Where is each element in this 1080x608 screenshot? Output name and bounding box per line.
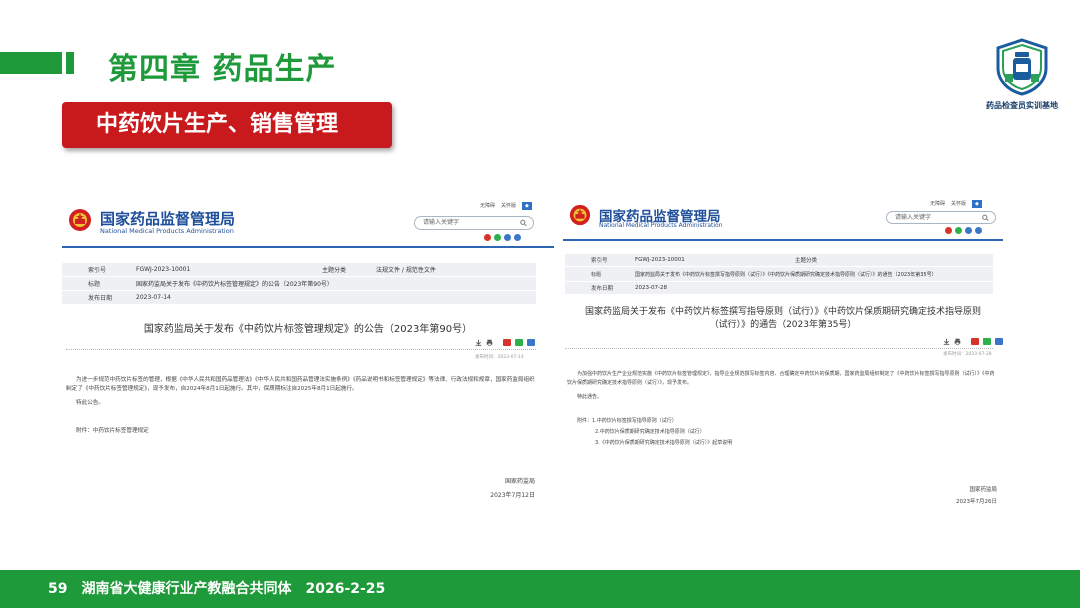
print-icon[interactable] [486, 339, 493, 346]
logo-caption: 药品检查员实训基地 [986, 101, 1058, 110]
qq-share-icon[interactable] [527, 339, 535, 346]
chapter-title: 第四章 药品生产 [108, 52, 337, 87]
doc-tools [943, 338, 1003, 345]
announcement-body: 为进一步规范中药饮片标签的管理，根据《中华人民共和国药品管理法》《中华人民共和国… [66, 376, 536, 413]
publish-time: 发布时间：2023-07-14 [475, 355, 524, 360]
wechat-icon[interactable] [955, 227, 962, 234]
mobile-icon[interactable] [965, 227, 972, 234]
search-icon[interactable] [982, 214, 989, 221]
link-accessible[interactable]: 无障碍 [480, 203, 495, 209]
footer-text: 59 湖南省大健康行业产教融合共同体 2026-2-25 [48, 570, 399, 608]
page-number: 59 [48, 581, 68, 597]
signature-block: 国家药监局 2023年7月26日 [893, 484, 997, 508]
link-accessible[interactable]: 无障碍 [930, 201, 945, 207]
issuing-authority: 国家药监局 [969, 487, 997, 493]
weibo-icon[interactable] [484, 234, 491, 241]
user-icon[interactable]: ◆ [972, 200, 982, 208]
qq-share-icon[interactable] [995, 338, 1003, 345]
section-title: 中药饮片生产、销售管理 [62, 102, 392, 148]
header-divider [62, 246, 554, 248]
notice-body: 为加强中药饮片生产企业规范实施《中药饮片标签管理规定》，指导企业规范撰写标签内容… [567, 370, 997, 407]
download-icon[interactable] [475, 339, 482, 346]
header-accent-bar [0, 52, 62, 74]
left-announcement-screenshot: 无障碍 关怀版 ◆ 国家药品监督管理局 National Medical Produ… [62, 196, 554, 508]
header-accent-bar-small [66, 52, 74, 74]
attachment-link-2[interactable]: 2.中药饮片保质期研究确定技术指导原则（试行） [577, 427, 732, 438]
print-icon[interactable] [954, 338, 961, 345]
attachment-link-1[interactable]: 附件：1.中药饮片标签撰写指导原则（试行） [577, 416, 732, 427]
meta-row-title: 标题 国家药监局关于发布《中药饮片标签管理规定》的公告（2023年第90号） [62, 277, 536, 291]
document-title: 国家药监局关于发布《中药饮片标签管理规定》的公告（2023年第90号） [143, 324, 473, 335]
body-paragraph: 特此公告。 [76, 400, 104, 406]
weibo-share-icon[interactable] [971, 338, 979, 345]
title-divider [66, 349, 536, 350]
site-name: 国家药品监督管理局 [100, 210, 236, 228]
signature-block: 国家药监局 2023年7月12日 [432, 475, 535, 503]
accessibility-links: 无障碍 关怀版 ◆ [480, 202, 532, 210]
body-paragraph: 为进一步规范中药饮片标签的管理，根据《中华人民共和国药品管理法》《中华人民共和国… [66, 377, 535, 392]
body-paragraph: 为加强中药饮片生产企业规范实施《中药饮片标签管理规定》，指导企业规范撰写标签内容… [567, 371, 995, 386]
weibo-share-icon[interactable] [503, 339, 511, 346]
email-icon[interactable] [514, 234, 521, 241]
footer-bar: 59 湖南省大健康行业产教融合共同体 2026-2-25 [0, 570, 1080, 608]
meta-row-index: 索引号 FGWJ-2023-10001 主题分类 法规文件 / 规范性文件 [62, 263, 536, 277]
footer-date: 2026-2-25 [305, 581, 386, 597]
attachment-link[interactable]: 附件：中药饮片标签管理规定 [76, 427, 149, 436]
site-english-name: National Medical Products Administration [100, 227, 234, 235]
share-bar [484, 234, 521, 241]
meta-row-index: 索引号 FGWJ-2023-10001 主题分类 [565, 254, 993, 267]
wechat-share-icon[interactable] [515, 339, 523, 346]
share-bar [945, 227, 982, 234]
issue-date: 2023年7月26日 [956, 499, 997, 505]
wechat-icon[interactable] [494, 234, 501, 241]
link-care-version[interactable]: 关怀版 [951, 201, 966, 207]
issue-date: 2023年7月12日 [490, 492, 535, 499]
site-english-name: National Medical Products Administration [599, 222, 723, 229]
search-input[interactable]: 请输入关键字 [414, 216, 534, 230]
right-notice-screenshot: 无障碍 关怀版 ◆ 国家药品监督管理局 National Medical Produ… [563, 194, 1003, 510]
link-care-version[interactable]: 关怀版 [501, 203, 516, 209]
attachment-list: 附件：1.中药饮片标签撰写指导原则（试行） 2.中药饮片保质期研究确定技术指导原… [577, 416, 732, 449]
shield-icon [996, 38, 1048, 96]
doc-tools [475, 339, 535, 346]
meta-row-date: 发布日期 2023-07-28 [565, 282, 993, 295]
footer-organization: 湖南省大健康行业产教融合共同体 [81, 581, 292, 597]
mobile-icon[interactable] [504, 234, 511, 241]
email-icon[interactable] [975, 227, 982, 234]
national-emblem-icon [69, 209, 91, 231]
metadata-table: 索引号 FGWJ-2023-10001 主题分类 法规文件 / 规范性文件 标题… [62, 263, 536, 305]
search-icon[interactable] [520, 219, 527, 227]
user-icon[interactable]: ◆ [522, 202, 532, 210]
title-divider [565, 348, 993, 349]
download-icon[interactable] [943, 338, 950, 345]
wechat-share-icon[interactable] [983, 338, 991, 345]
accessibility-links: 无障碍 关怀版 ◆ [930, 200, 982, 208]
issuing-authority: 国家药监局 [504, 478, 535, 485]
metadata-table: 索引号 FGWJ-2023-10001 主题分类 标题 国家药监局关于发布《中药… [565, 254, 993, 295]
search-input[interactable]: 请输入关键字 [886, 211, 996, 224]
training-base-logo: 药品检查员实训基地 [972, 38, 1072, 114]
attachment-link-3[interactable]: 3.《中药饮片保质期研究确定技术指导原则（试行）》起草说明 [577, 438, 732, 449]
meta-row-title: 标题 国家药监局关于发布《中药饮片标签撰写指导原则（试行）》《中药饮片保质期研究… [565, 267, 993, 282]
body-paragraph: 特此通告。 [577, 394, 603, 400]
header-divider [563, 239, 1003, 241]
document-title: 国家药监局关于发布《中药饮片标签撰写指导原则（试行）》《中药饮片保质期研究确定技… [584, 307, 981, 330]
weibo-icon[interactable] [945, 227, 952, 234]
national-emblem-icon [569, 204, 591, 226]
meta-row-date: 发布日期 2023-07-14 [62, 291, 536, 305]
publish-time: 发布时间：2023-07-28 [943, 352, 992, 357]
